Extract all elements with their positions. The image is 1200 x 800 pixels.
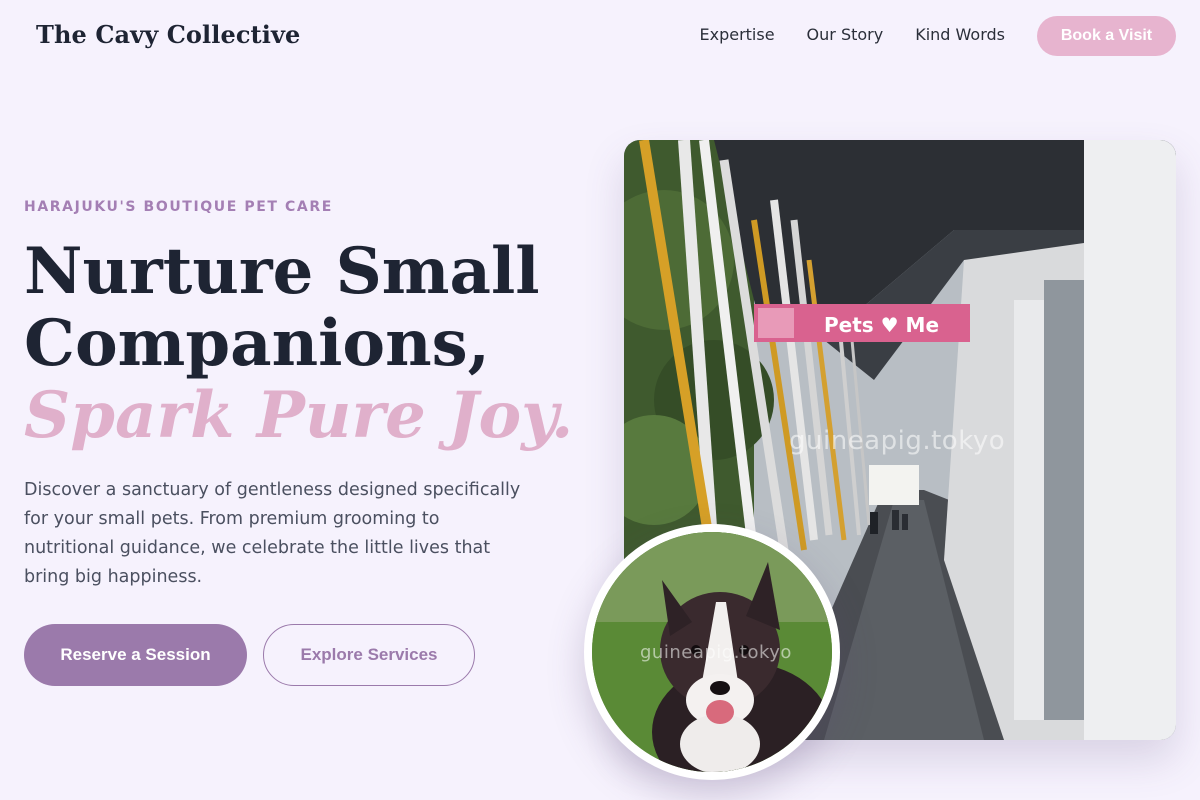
headline-accent: Spark Pure Joy. [24,378,574,453]
hero-headline: Nurture Small Companions, Spark Pure Joy… [24,236,584,452]
reserve-session-button[interactable]: Reserve a Session [24,624,247,686]
nav-link-expertise[interactable]: Expertise [699,25,774,44]
headline-line-1: Nurture Small [24,234,540,309]
nav-link-kind-words[interactable]: Kind Words [915,25,1005,44]
dog-portrait-image: guineapig.tokyo [592,532,832,772]
pets-sign-text: Pets ♥ Me [824,313,939,337]
explore-services-button[interactable]: Explore Services [263,624,475,686]
book-visit-button[interactable]: Book a Visit [1037,16,1176,56]
headline-line-2: Companions, [24,306,490,381]
hero-eyebrow: HARAJUKU'S BOUTIQUE PET CARE [24,199,333,215]
main-nav: Expertise Our Story Kind Words [699,25,1005,44]
nav-link-our-story[interactable]: Our Story [807,25,884,44]
hero-description: Discover a sanctuary of gentleness desig… [24,480,521,587]
landing-page: The Cavy Collective Expertise Our Story … [0,0,1200,800]
dog-portrait-frame: guineapig.tokyo [584,524,840,780]
site-header: The Cavy Collective Expertise Our Story … [0,0,1200,72]
brand-logo[interactable]: The Cavy Collective [36,20,300,49]
dog-illustration [592,532,832,772]
